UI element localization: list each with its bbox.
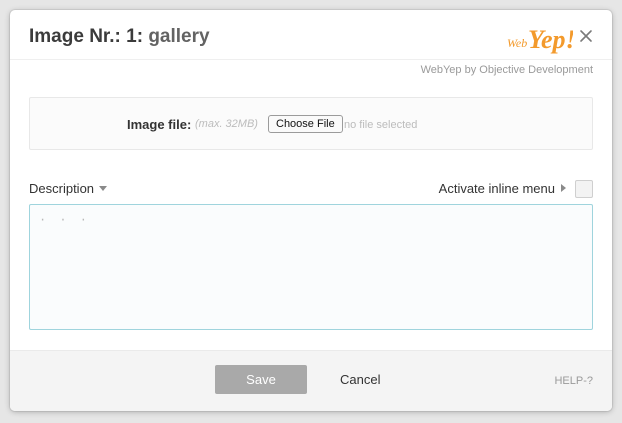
image-file-panel: Image file: (max. 32MB) Choose File no f…	[29, 97, 593, 150]
title-name: gallery	[148, 26, 210, 47]
save-button[interactable]: Save	[215, 365, 307, 394]
dialog-footer: Save Cancel HELP-?	[10, 350, 612, 411]
help-link[interactable]: HELP-?	[554, 375, 593, 387]
inline-menu-toggle-label: Activate inline menu	[439, 181, 566, 196]
dialog-title: Image Nr.: 1: gallery	[29, 26, 210, 48]
description-dropdown[interactable]: Description	[29, 181, 108, 196]
choose-file-button[interactable]: Choose File	[268, 115, 343, 133]
cancel-button[interactable]: Cancel	[340, 372, 380, 387]
webyep-logo: Web Yep!	[507, 25, 573, 54]
inline-menu-checkbox[interactable]	[575, 180, 593, 198]
title-prefix: Image Nr.: 1:	[29, 26, 144, 47]
file-status-text: no file selected	[344, 119, 418, 131]
logo-big-text: Yep!	[528, 25, 573, 54]
close-icon[interactable]	[577, 27, 595, 45]
description-textarea[interactable]: · · ·	[29, 204, 593, 330]
caret-down-icon	[99, 186, 108, 191]
inline-menu-label: Activate inline menu	[438, 181, 555, 196]
description-label: Description	[29, 181, 95, 196]
dialog-subtitle: WebYep by Objective Development	[420, 64, 593, 76]
image-editor-dialog: Image Nr.: 1: gallery Web Yep! WebYep by…	[10, 10, 612, 411]
dialog-header: Image Nr.: 1: gallery Web Yep!	[10, 10, 612, 60]
caret-right-icon	[561, 184, 566, 192]
max-size-hint: (max. 32MB)	[195, 118, 258, 130]
image-file-label: Image file:	[127, 117, 192, 132]
logo-small-text: Web	[507, 36, 527, 50]
